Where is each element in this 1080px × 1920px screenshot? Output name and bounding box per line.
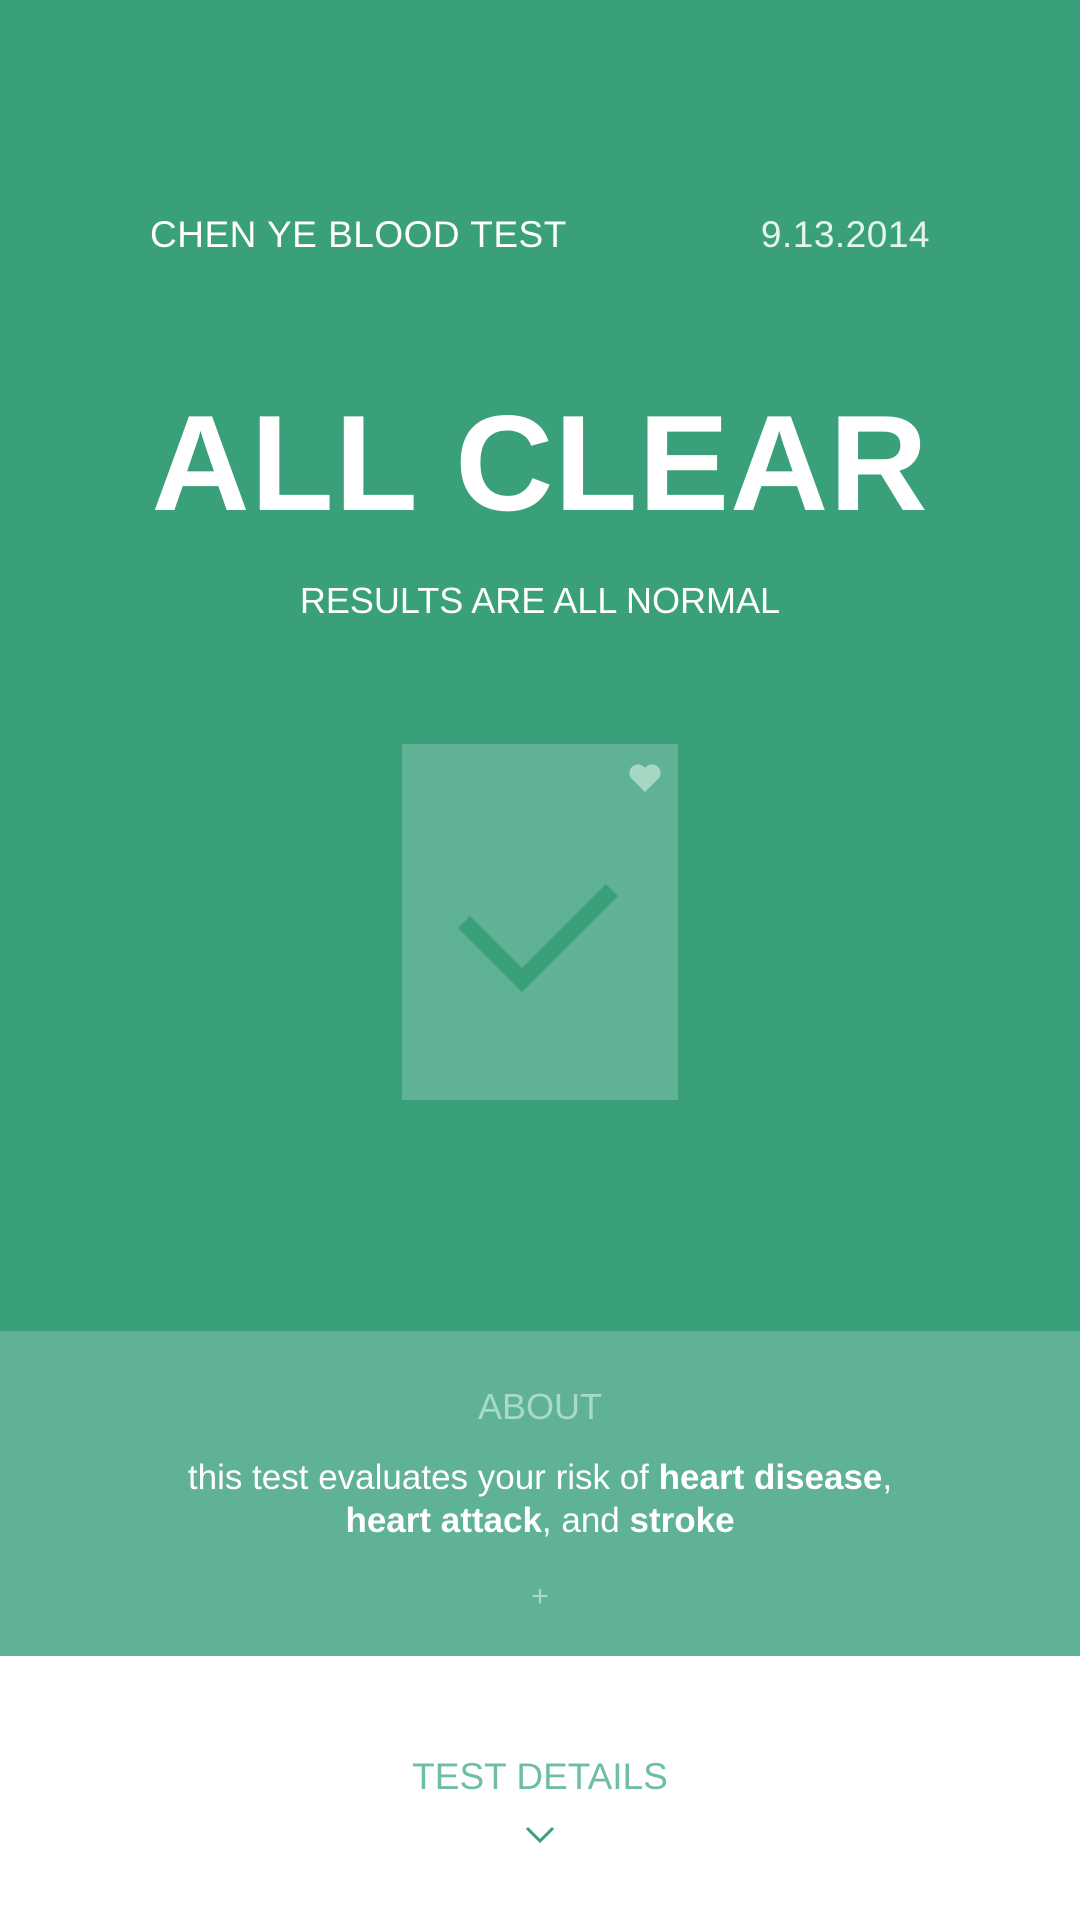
test-date: 9.13.2014 (760, 214, 930, 255)
heart-icon[interactable] (628, 762, 662, 794)
about-highlight-stroke: stroke (629, 1501, 735, 1540)
result-card (402, 744, 678, 1100)
check-icon (458, 883, 618, 992)
test-title: CHEN YE BLOOD TEST (150, 214, 567, 255)
about-separator: , (882, 1458, 893, 1497)
about-heading: ABOUT (477, 1386, 602, 1427)
about-separator: , and (541, 1501, 630, 1540)
about-text-prefix: this test evaluates your risk of (187, 1458, 659, 1497)
chevron-down-icon[interactable] (524, 1824, 556, 1846)
expand-about-button[interactable]: + (520, 1577, 560, 1617)
test-details-section: TEST DETAILS (0, 1656, 1080, 1920)
status-subtitle: RESULTS ARE ALL NORMAL (299, 580, 781, 621)
status-headline: ALL CLEAR (151, 387, 929, 539)
test-details-heading[interactable]: TEST DETAILS (0, 1756, 1080, 1798)
about-highlight-heart-attack: heart attack (345, 1501, 542, 1540)
about-section: ABOUT this test evaluates your risk of h… (0, 1331, 1080, 1656)
about-description: this test evaluates your risk of heart d… (140, 1456, 940, 1542)
hero-section: CHEN YE BLOOD TEST 9.13.2014 ALL CLEAR R… (0, 0, 1080, 1331)
about-highlight-heart-disease: heart disease (658, 1458, 883, 1497)
